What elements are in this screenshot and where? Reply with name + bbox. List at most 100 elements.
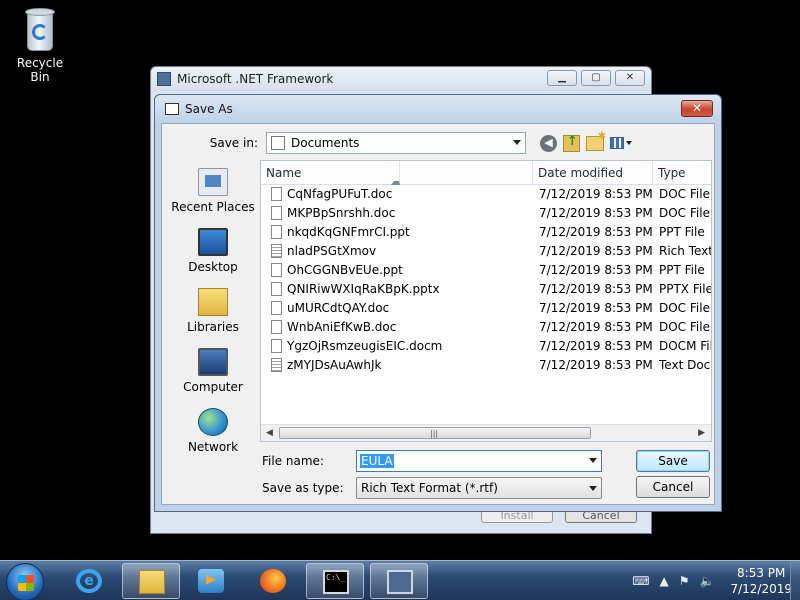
file-row[interactable]: QNIRiwWXIqRaKBpK.pptx 7/12/2019 8:53 PM PP… [261, 280, 711, 299]
dotnet-window-title: Microsoft .NET Framework [177, 72, 334, 86]
taskbar-network-app[interactable] [370, 563, 428, 599]
desktop-icon [198, 228, 228, 256]
save-in-value: Documents [291, 136, 360, 150]
file-row[interactable]: WnbAniEfKwB.doc 7/12/2019 8:53 PM DOC File [261, 318, 711, 337]
text-file-icon [271, 358, 282, 372]
place-label: Recent Places [171, 200, 255, 214]
scrollbar-thumb[interactable]: ||| [279, 427, 591, 439]
clock-date: 7/12/2019 [730, 582, 792, 596]
file-date: 7/12/2019 8:53 PM [539, 187, 653, 201]
recycle-bin[interactable]: Recycle Bin [8, 8, 72, 84]
taskbar-media-player[interactable] [182, 563, 240, 599]
minimize-button[interactable]: ▁ [547, 70, 577, 86]
file-icon [271, 187, 282, 201]
column-date-modified[interactable]: Date modified [533, 161, 653, 185]
clock[interactable]: 8:53 PM 7/12/2019 [730, 565, 792, 597]
view-menu-icon[interactable] [610, 135, 634, 151]
taskbar-firefox[interactable] [244, 563, 302, 599]
place-desktop[interactable]: Desktop [166, 220, 260, 280]
up-folder-icon[interactable] [563, 134, 580, 152]
file-row[interactable]: uMURCdtQAY.doc 7/12/2019 8:53 PM DOC File [261, 299, 711, 318]
place-libraries[interactable]: Libraries [166, 280, 260, 340]
save-as-dialog: Save As ✕ Save in: Documents ◀ Recent Pl… [154, 94, 722, 512]
file-icon [271, 206, 282, 220]
horizontal-scrollbar[interactable]: ◀ ||| ▶ [261, 424, 711, 441]
new-folder-icon[interactable] [586, 131, 606, 151]
file-row[interactable]: OhCGGNBvEUe.ppt 7/12/2019 8:53 PM PPT File [261, 261, 711, 280]
action-center-flag-icon[interactable]: ⚑ [679, 574, 690, 588]
file-row[interactable]: MKPBpSnrshh.doc 7/12/2019 8:53 PM DOC File [261, 204, 711, 223]
save-as-type-label: Save as type: [262, 481, 344, 495]
place-label: Libraries [187, 320, 239, 334]
file-name-value: EULA [360, 454, 394, 468]
place-computer[interactable]: Computer [166, 340, 260, 400]
save-button[interactable]: Save [636, 450, 710, 472]
file-date: 7/12/2019 8:53 PM [539, 206, 653, 220]
file-icon [271, 320, 282, 334]
media-player-icon [198, 569, 224, 593]
file-date: 7/12/2019 8:53 PM [539, 244, 653, 258]
column-type[interactable]: Type [653, 161, 711, 185]
file-name: YgzOjRsmzeugisEIC.docm [287, 339, 443, 353]
internet-explorer-icon: e [76, 569, 102, 593]
keyboard-icon[interactable]: ⌨ [632, 574, 649, 588]
place-label: Desktop [188, 260, 238, 274]
file-date: 7/12/2019 8:53 PM [539, 339, 653, 353]
file-row[interactable]: nladPSGtXmov 7/12/2019 8:53 PM Rich Text [261, 242, 711, 261]
file-row[interactable]: zMYJDsAuAwhJk 7/12/2019 8:53 PM Text Docu [261, 356, 711, 375]
place-label: Computer [183, 380, 243, 394]
taskbar-internet-explorer[interactable]: e [60, 563, 118, 599]
dialog-close-button[interactable]: ✕ [681, 100, 713, 117]
save-in-dropdown[interactable]: Documents [266, 132, 526, 154]
file-type: DOCM Fil [659, 339, 712, 353]
recycle-bin-icon [23, 8, 57, 52]
scroll-left-icon[interactable]: ◀ [266, 428, 273, 438]
file-row[interactable]: CqNfagPUFuT.doc 7/12/2019 8:53 PM DOC File [261, 185, 711, 204]
taskbar-windows-explorer[interactable] [122, 563, 180, 599]
scroll-right-icon[interactable]: ▶ [698, 428, 705, 438]
place-network[interactable]: Network [166, 400, 260, 460]
file-type: PPTX File [659, 282, 712, 296]
taskbar: e C:\_ ⌨ ▲ ⚑ 🔈 8:53 PM 7/12/2019 [0, 560, 800, 600]
volume-icon[interactable]: 🔈 [700, 574, 715, 588]
cancel-button[interactable]: Cancel [636, 476, 710, 498]
file-name: nkqdKqGNFmrCI.ppt [287, 225, 410, 239]
windows-logo-icon [18, 575, 34, 591]
file-row[interactable]: YgzOjRsmzeugisEIC.docm 7/12/2019 8:53 PM D… [261, 337, 711, 356]
show-desktop-button[interactable] [790, 561, 800, 600]
file-name-input[interactable]: EULA [356, 450, 602, 472]
save-as-type-value: Rich Text Format (*.rtf) [361, 481, 498, 495]
save-in-label: Save in: [209, 136, 258, 150]
file-name: uMURCdtQAY.doc [287, 301, 390, 315]
chevron-down-icon [513, 140, 521, 145]
chevron-down-icon[interactable] [589, 458, 597, 463]
file-name: nladPSGtXmov [287, 244, 377, 258]
documents-folder-icon [271, 136, 285, 150]
start-button[interactable] [6, 563, 44, 600]
taskbar-command-prompt[interactable]: C:\_ [306, 563, 364, 599]
file-type: DOC File [659, 206, 710, 220]
rich-text-file-icon [271, 244, 282, 258]
file-type: Rich Text [659, 244, 712, 258]
place-recent-places[interactable]: Recent Places [166, 160, 260, 220]
clock-time: 8:53 PM [737, 566, 786, 580]
file-name-label: File name: [262, 454, 324, 468]
save-as-type-select[interactable]: Rich Text Format (*.rtf) [356, 477, 602, 499]
file-row[interactable]: nkqdKqGNFmrCI.ppt 7/12/2019 8:53 PM PPT Fi… [261, 223, 711, 242]
file-type: DOC File [659, 187, 710, 201]
back-icon[interactable]: ◀ [540, 134, 557, 152]
system-tray: ⌨ ▲ ⚑ 🔈 8:53 PM 7/12/2019 [632, 561, 792, 600]
file-icon [271, 282, 282, 296]
file-date: 7/12/2019 8:53 PM [539, 225, 653, 239]
command-prompt-icon: C:\_ [323, 570, 349, 594]
file-icon [271, 339, 282, 353]
save-as-titlebar: Save As [155, 95, 721, 123]
file-type: DOC File [659, 320, 710, 334]
maximize-button[interactable]: ▢ [581, 70, 611, 86]
show-hidden-icons-icon[interactable]: ▲ [660, 574, 669, 588]
close-button[interactable]: ✕ [615, 70, 645, 86]
recent-places-icon [198, 168, 228, 196]
network-computer-icon [387, 570, 413, 594]
dialog-title: Save As [185, 102, 233, 116]
file-list[interactable]: Name Date modified Type CqNfagPUFuT.doc 7… [260, 160, 712, 442]
